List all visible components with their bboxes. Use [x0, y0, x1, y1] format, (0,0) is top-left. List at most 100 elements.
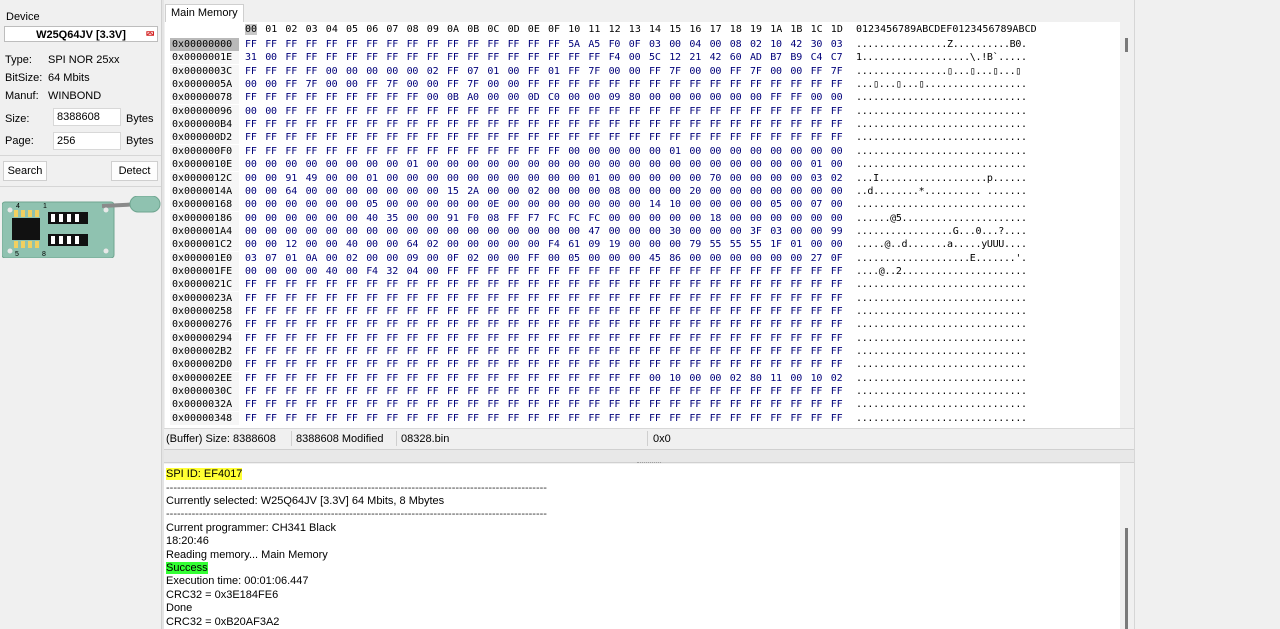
hex-byte[interactable]: 00 [306, 265, 318, 278]
hex-row-ascii[interactable]: ......@5...................... [856, 212, 1027, 225]
hex-byte[interactable]: FF [487, 292, 499, 305]
hex-byte[interactable]: FF [669, 385, 681, 398]
hex-byte[interactable]: FF [326, 305, 338, 318]
hex-byte[interactable]: FF [790, 358, 802, 371]
hex-byte[interactable]: 00 [609, 212, 621, 225]
hex-byte[interactable]: FF [265, 385, 277, 398]
hex-byte[interactable]: 00 [306, 225, 318, 238]
hex-byte[interactable]: FF [427, 358, 439, 371]
hex-byte[interactable]: FF [366, 398, 378, 411]
hex-byte[interactable]: 7F [831, 65, 843, 78]
hex-byte[interactable]: FF [245, 398, 257, 411]
hex-byte[interactable]: FF [609, 332, 621, 345]
hex-byte[interactable]: 00 [447, 238, 459, 251]
hex-byte[interactable]: FF [346, 292, 358, 305]
hex-byte[interactable]: FF [730, 278, 742, 291]
hex-byte[interactable]: 00 [730, 225, 742, 238]
hex-byte[interactable]: FF [285, 145, 297, 158]
hex-byte[interactable]: FF [427, 345, 439, 358]
hex-byte[interactable]: FF [386, 332, 398, 345]
hex-byte[interactable]: 0A [306, 252, 318, 265]
hex-byte[interactable]: FF [568, 385, 580, 398]
hex-byte[interactable]: FF [528, 105, 540, 118]
hex-row[interactable]: 0x0000005A 00 00 FF 7F 00 00 FF 7F 00 00 FF 7F 00 00 FF… [165, 78, 1120, 92]
hex-byte[interactable]: FF [447, 305, 459, 318]
hex-byte[interactable]: FF [326, 145, 338, 158]
hex-byte[interactable]: 00 [629, 212, 641, 225]
hex-byte[interactable]: FF [265, 372, 277, 385]
hex-byte[interactable]: FF [649, 385, 661, 398]
hex-byte[interactable]: FC [568, 212, 580, 225]
hex-byte[interactable]: FF [790, 265, 802, 278]
hex-byte[interactable]: FF [649, 358, 661, 371]
hex-byte[interactable]: FF [467, 51, 479, 64]
hex-byte[interactable]: FF [326, 318, 338, 331]
hex-byte[interactable]: 00 [508, 65, 520, 78]
hex-byte[interactable]: 00 [629, 225, 641, 238]
hex-byte[interactable]: FF [811, 412, 823, 425]
hex-byte[interactable]: FF [710, 265, 722, 278]
hex-byte[interactable]: FF [285, 372, 297, 385]
hex-byte[interactable]: FF [366, 412, 378, 425]
hex-byte[interactable]: 00 [568, 198, 580, 211]
hex-row-ascii[interactable]: 1...................\.!B`..... [856, 51, 1027, 64]
hex-byte[interactable]: FF [831, 358, 843, 371]
hex-byte[interactable]: FF [366, 385, 378, 398]
hex-byte[interactable]: FF [831, 318, 843, 331]
hex-byte[interactable]: 00 [710, 252, 722, 265]
hex-byte[interactable]: 0F [447, 252, 459, 265]
hex-byte[interactable]: 00 [750, 158, 762, 171]
hex-byte[interactable]: FF [528, 51, 540, 64]
hex-byte[interactable]: FF [811, 398, 823, 411]
hex-byte[interactable]: 21 [689, 51, 701, 64]
hex-byte[interactable]: FF [609, 398, 621, 411]
hex-byte[interactable]: 00 [407, 65, 419, 78]
hex-byte[interactable]: FF [265, 318, 277, 331]
hex-byte[interactable]: 00 [285, 225, 297, 238]
hex-byte[interactable]: FF [649, 412, 661, 425]
hex-byte[interactable]: FF [770, 398, 782, 411]
hex-byte[interactable]: FF [366, 318, 378, 331]
hex-byte[interactable]: FF [811, 318, 823, 331]
hex-byte[interactable]: 7F [669, 65, 681, 78]
hex-byte[interactable]: 09 [407, 252, 419, 265]
hex-byte[interactable]: FF [346, 412, 358, 425]
hex-byte[interactable]: FF [265, 292, 277, 305]
hex-byte[interactable]: 35 [386, 212, 398, 225]
hex-editor[interactable]: 00 01 02 03 04 05 06 07 08 09 0A 0B 0C 0D 0E 0F 10 11 12 13… [165, 22, 1120, 428]
hex-byte[interactable]: FF [609, 292, 621, 305]
hex-byte[interactable]: FF [487, 358, 499, 371]
hex-byte[interactable]: 00 [649, 172, 661, 185]
hex-byte[interactable]: 07 [265, 252, 277, 265]
hex-byte[interactable]: FF [427, 38, 439, 51]
hex-byte[interactable]: 00 [285, 158, 297, 171]
hex-byte[interactable]: FF [508, 358, 520, 371]
hex-byte[interactable]: 01 [548, 65, 560, 78]
hex-byte[interactable]: FF [265, 412, 277, 425]
hex-byte[interactable]: 00 [669, 172, 681, 185]
hex-byte[interactable]: FF [528, 252, 540, 265]
hex-scrollbar[interactable] [1120, 22, 1134, 428]
hex-byte[interactable]: F4 [548, 238, 560, 251]
hex-byte[interactable]: 00 [386, 198, 398, 211]
hex-byte[interactable]: 00 [669, 158, 681, 171]
hex-byte[interactable]: FF [588, 78, 600, 91]
hex-byte[interactable]: FF [750, 345, 762, 358]
hex-byte[interactable]: FF [386, 292, 398, 305]
hex-byte[interactable]: FF [649, 332, 661, 345]
hex-byte[interactable]: FF [730, 305, 742, 318]
hex-byte[interactable]: 70 [710, 172, 722, 185]
hex-byte[interactable]: 49 [306, 172, 318, 185]
hex-byte[interactable]: FF [629, 345, 641, 358]
hex-byte[interactable]: 01 [366, 172, 378, 185]
hex-byte[interactable]: 00 [467, 172, 479, 185]
hex-byte[interactable]: 00 [487, 91, 499, 104]
hex-byte[interactable]: FF [306, 412, 318, 425]
hex-byte[interactable]: FF [790, 78, 802, 91]
hex-row-ascii[interactable]: .................G...0...?.... [856, 225, 1027, 238]
hex-byte[interactable]: 00 [386, 172, 398, 185]
hex-byte[interactable]: FF [710, 131, 722, 144]
hex-byte[interactable]: 00 [447, 158, 459, 171]
hex-row[interactable]: 0x00000258 FF FF FF FF FF FF FF FF FF FF FF FF FF FF FF… [165, 305, 1120, 318]
hex-byte[interactable]: FF [265, 65, 277, 78]
